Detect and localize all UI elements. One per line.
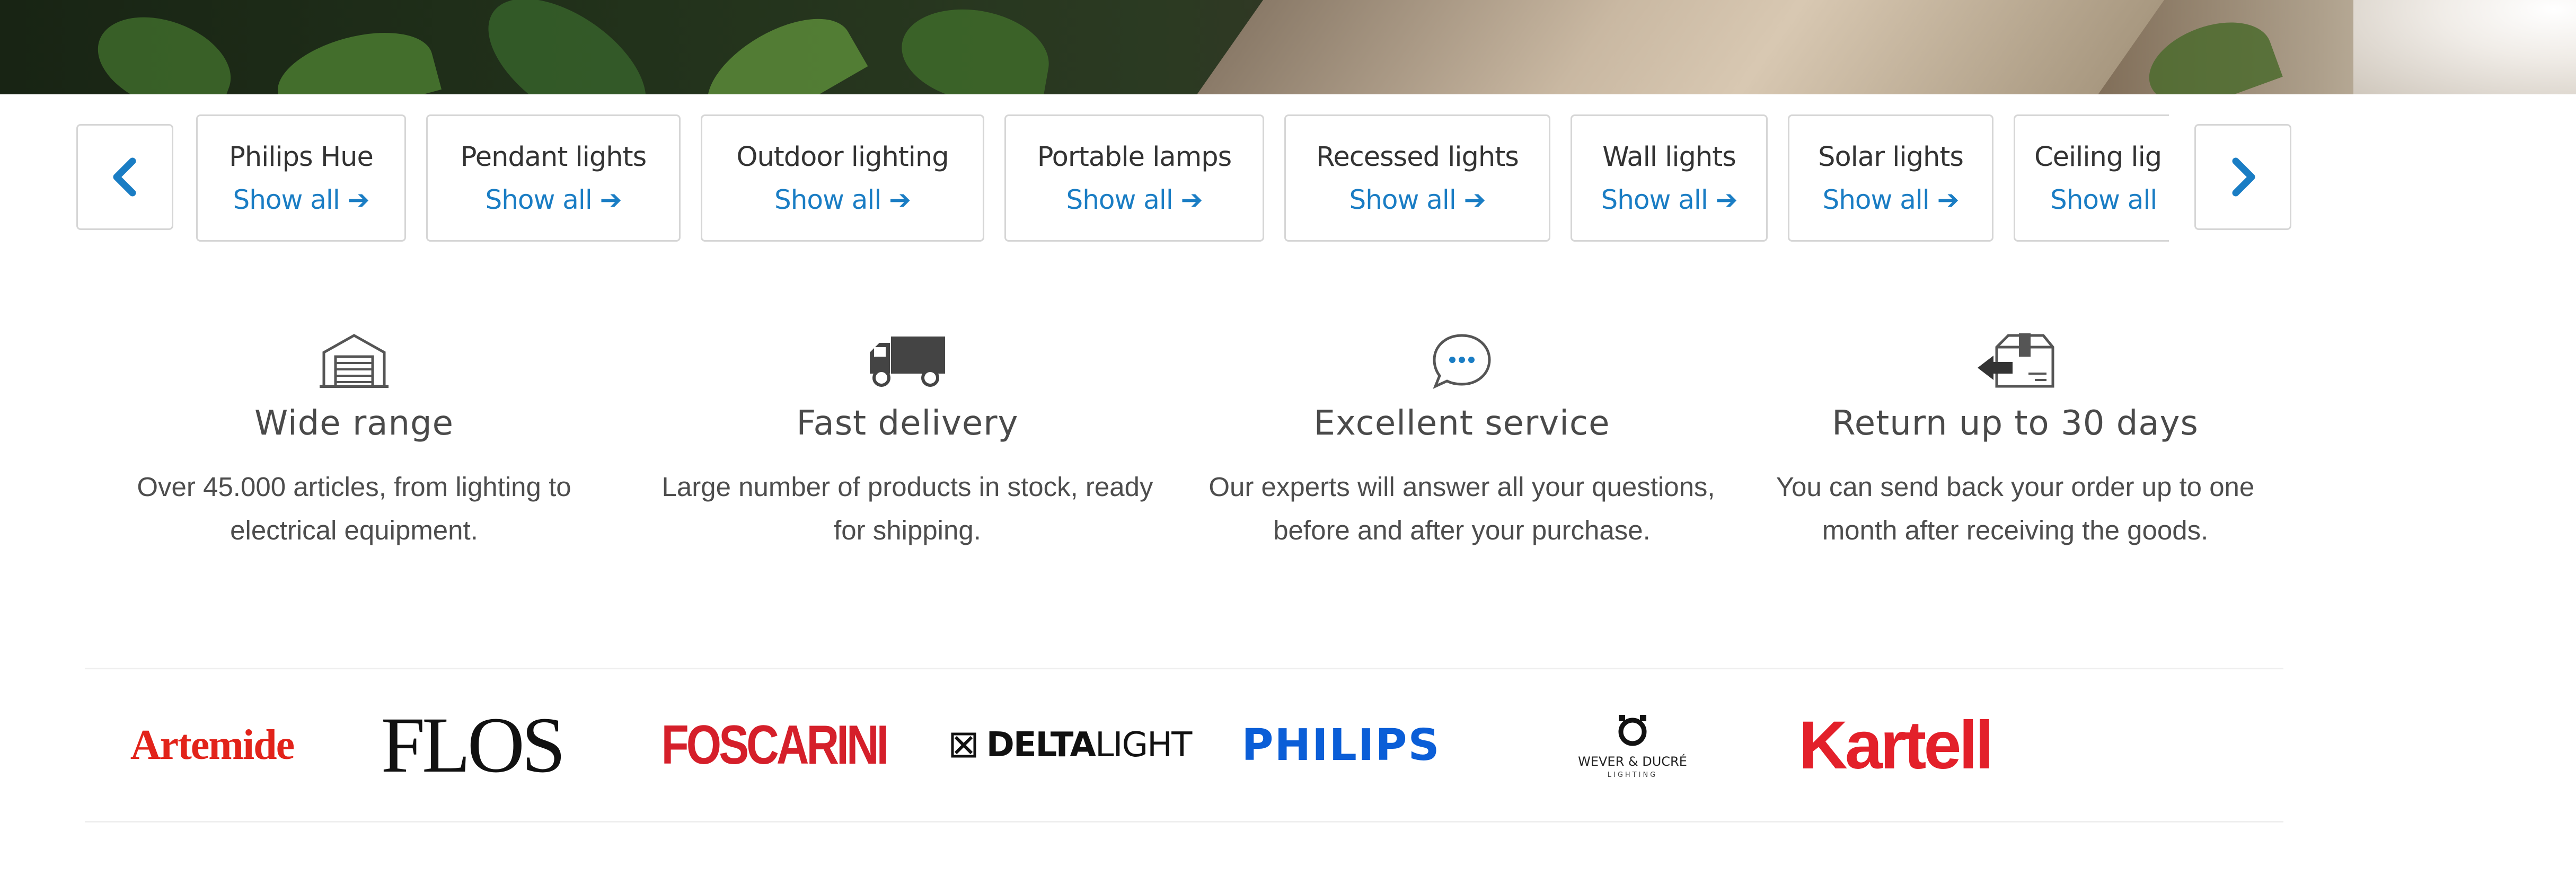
chevron-right-icon <box>2232 157 2255 197</box>
feature-wide-range: Wide range Over 45.000 articles, from li… <box>84 329 624 552</box>
feature-excellent-service: Excellent service Our experts will answe… <box>1192 329 1732 552</box>
show-all-link[interactable]: Show all ➔ <box>1066 184 1203 215</box>
hero-plant <box>690 0 868 94</box>
brand-name: FLOS <box>381 701 566 789</box>
show-all-link[interactable]: Show all ➔ <box>774 184 911 215</box>
feature-description: You can send back your order up to one m… <box>1776 472 2255 545</box>
category-name: Pendant lights <box>460 141 647 173</box>
show-all-link[interactable]: Show all ➔ <box>1349 184 1486 215</box>
category-name: Outdoor lighting <box>736 141 949 173</box>
hero-plant <box>268 17 442 94</box>
brand-logo-wever-ducre[interactable]: WEVER & DUCRÉ LIGHTING <box>1548 669 1717 821</box>
return-box-icon <box>1978 333 2054 388</box>
brand-logo-foscarini[interactable]: FOSCARINI <box>661 669 889 821</box>
feature-description: Our experts will answer all your questio… <box>1208 472 1715 545</box>
brand-logo-kartell[interactable]: Kartell <box>1776 669 2014 821</box>
show-all-link[interactable]: Show all ➔ <box>233 184 369 215</box>
category-name: Ceiling lig <box>2034 141 2162 173</box>
category-name: Philips Hue <box>229 141 374 173</box>
carousel-prev-button[interactable] <box>76 124 173 230</box>
feature-title: Excellent service <box>1313 404 1610 443</box>
brand-name: DELTA <box>986 725 1096 765</box>
category-card-pendant-lights[interactable]: Pendant lights Show all ➔ <box>426 114 681 242</box>
deltalight-mark-icon <box>951 732 976 758</box>
brand-name: PHILIPS <box>1241 720 1441 771</box>
feature-return-30-days: Return up to 30 days You can send back y… <box>1745 329 2286 552</box>
feature-fast-delivery: Fast delivery Large number of products i… <box>637 329 1178 552</box>
category-card-solar-lights[interactable]: Solar lights Show all ➔ <box>1788 114 1993 242</box>
brand-name: WEVER & DUCRÉ <box>1578 754 1687 769</box>
feature-title: Fast delivery <box>796 404 1019 443</box>
chat-bubble-icon <box>1433 334 1491 389</box>
hero-plant <box>85 0 244 94</box>
hero-plant <box>2138 7 2283 94</box>
feature-description: Over 45.000 articles, from lighting to e… <box>137 472 571 545</box>
category-card-outdoor-lighting[interactable]: Outdoor lighting Show all ➔ <box>701 114 984 242</box>
category-card-ceiling-lights[interactable]: Ceiling lig Show all <box>2014 114 2169 242</box>
hero-plant <box>894 0 1056 94</box>
brand-name: FOSCARINI <box>661 714 889 776</box>
category-card-portable-lamps[interactable]: Portable lamps Show all ➔ <box>1004 114 1264 242</box>
category-card-wall-lights[interactable]: Wall lights Show all ➔ <box>1571 114 1768 242</box>
hero-walkway <box>1181 0 2180 94</box>
hero-wall <box>2353 0 2576 94</box>
category-name: Recessed lights <box>1316 141 1519 173</box>
category-card-recessed-lights[interactable]: Recessed lights Show all ➔ <box>1284 114 1550 242</box>
category-carousel: Philips Hue Show all ➔ Pendant lights Sh… <box>76 112 2292 245</box>
wever-ducre-mark-icon <box>1618 714 1647 746</box>
brand-logo-flos[interactable]: FLOS <box>381 669 566 821</box>
warehouse-icon <box>320 334 389 388</box>
brand-name: Artemide <box>130 721 295 768</box>
brand-subtitle: LIGHTING <box>1607 771 1658 779</box>
brand-name: LIGHT <box>1095 725 1192 765</box>
brand-logos-strip: Artemide FLOS FOSCARINI DELTA LIGHT PHILI… <box>85 668 2283 822</box>
category-name: Solar lights <box>1818 141 1964 173</box>
category-name: Wall lights <box>1602 141 1736 173</box>
show-all-link[interactable]: Show all ➔ <box>485 184 622 215</box>
truck-icon <box>870 337 945 387</box>
brand-logo-philips[interactable]: PHILIPS <box>1219 669 1463 821</box>
carousel-next-button[interactable] <box>2194 124 2291 230</box>
chevron-left-icon <box>113 157 136 197</box>
brand-name: Kartell <box>1798 707 1993 783</box>
category-card-philips-hue[interactable]: Philips Hue Show all ➔ <box>196 114 406 242</box>
feature-title: Wide range <box>254 404 454 443</box>
show-all-link[interactable]: Show all ➔ <box>1822 184 1959 215</box>
carousel-track: Philips Hue Show all ➔ Pendant lights Sh… <box>196 112 2169 245</box>
category-name: Portable lamps <box>1037 141 1232 173</box>
show-all-link[interactable]: Show all ➔ <box>1601 184 1737 215</box>
feature-description: Large number of products in stock, ready… <box>661 472 1153 545</box>
show-all-link[interactable]: Show all <box>2050 184 2157 215</box>
brand-logo-deltalight[interactable]: DELTA LIGHT <box>943 669 1198 821</box>
hero-image <box>0 0 2576 94</box>
hero-plant <box>466 0 668 94</box>
feature-title: Return up to 30 days <box>1832 404 2199 443</box>
brand-logo-artemide[interactable]: Artemide <box>111 669 313 821</box>
